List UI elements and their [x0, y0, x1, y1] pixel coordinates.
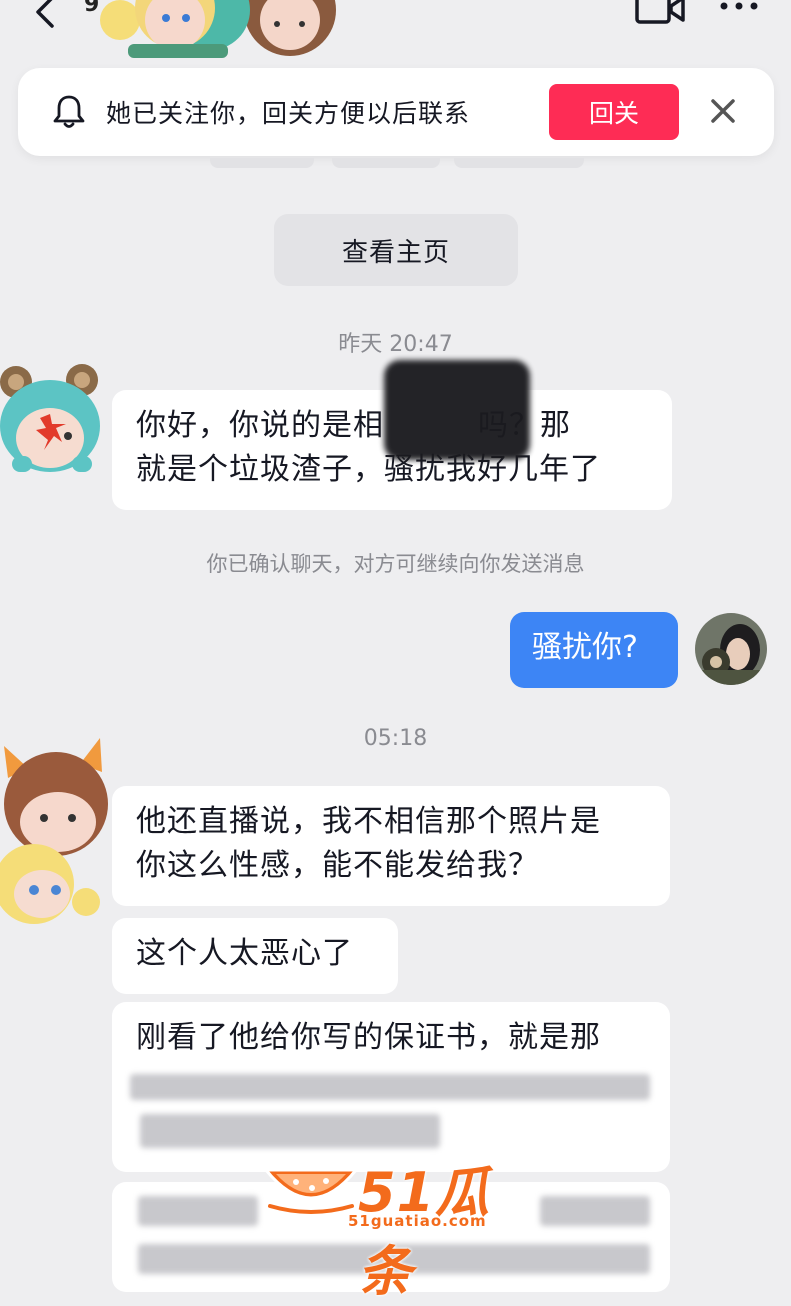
hidden-toolbar-edge [210, 158, 314, 168]
chevron-left-icon[interactable] [30, 0, 60, 32]
my-message-bubble[interactable]: 骚扰你? [510, 612, 678, 688]
message-bubble[interactable]: 这个人太恶心了 [112, 918, 398, 994]
view-profile-button[interactable]: 查看主页 [274, 214, 518, 286]
bell-icon [53, 95, 85, 128]
my-avatar[interactable] [694, 612, 768, 686]
follow-back-banner: 她已关注你，回关方便以后联系 回关 [18, 68, 774, 156]
more-dots-icon[interactable] [716, 0, 762, 14]
message-line: 他还直播说，我不相信那个照片是 [136, 804, 601, 839]
redaction-mark [384, 360, 530, 460]
blurred-text [138, 1196, 258, 1226]
contact-avatar[interactable] [0, 356, 108, 476]
close-icon[interactable] [708, 96, 738, 126]
contact-avatar-cluster[interactable] [80, 0, 370, 70]
hidden-toolbar-edge [332, 158, 440, 168]
blurred-text [540, 1196, 650, 1226]
message-line: 你这么性感，能不能发给我？ [136, 848, 539, 883]
follow-back-button[interactable]: 回关 [549, 84, 679, 140]
watermark-url: 51guatiao.com [348, 1212, 487, 1230]
blurred-text [130, 1074, 650, 1100]
banner-text: 她已关注你，回关方便以后联系 [106, 99, 471, 128]
melon-slice-icon [262, 1168, 360, 1214]
message-text: 你好，你说的是相 [136, 408, 384, 443]
message-line: 刚看了他给你写的保证书，就是那 [136, 1020, 601, 1055]
watermark-logo: 51瓜条 51guatiao.com [262, 1148, 532, 1303]
video-call-icon[interactable] [634, 0, 686, 26]
blurred-text [140, 1114, 440, 1148]
top-nav: 9 [0, 0, 791, 60]
hidden-toolbar-edge [454, 158, 584, 168]
system-note: 你已确认聊天，对方可继续向你发送消息 [206, 552, 585, 576]
chat-timestamp: 昨天 20:47 [338, 332, 453, 357]
message-bubble[interactable]: 他还直播说，我不相信那个照片是 你这么性感，能不能发给我？ [112, 786, 670, 906]
